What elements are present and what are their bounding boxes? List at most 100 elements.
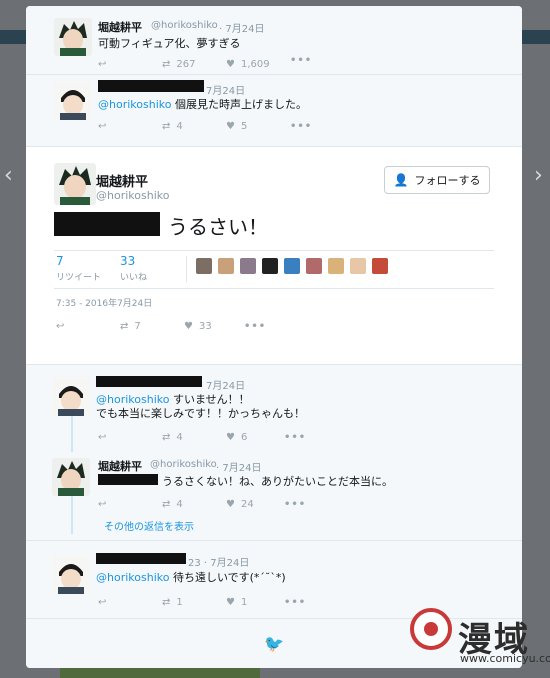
avatar[interactable] (54, 18, 92, 56)
avatar[interactable] (52, 378, 90, 416)
retweet-icon: ⇄ (162, 597, 171, 608)
heart-icon: ♥ (226, 432, 235, 443)
author-handle[interactable]: @horikoshiko (150, 459, 217, 470)
reply-icon[interactable]: ↩ (98, 58, 106, 72)
author-name[interactable]: 堀越耕平 (98, 458, 142, 474)
redacted-mention (54, 212, 160, 236)
divider (26, 540, 522, 541)
tweet-time[interactable]: 7月24日 (206, 377, 245, 392)
reply-icon[interactable]: ↩ (98, 596, 106, 610)
retweet-count: 267 (176, 59, 196, 70)
redacted-name (98, 80, 204, 92)
follow-button[interactable]: 👤 フォローする (384, 166, 490, 194)
liker-avatar[interactable] (284, 258, 300, 274)
main-tweet-actions: ↩ ⇄ 7 ♥ 33 ••• (56, 320, 316, 334)
reply-tweet-1[interactable]: 7月24日 @horikoshiko すいません！！ でも本当に楽しみです！！か… (26, 374, 522, 443)
retweet-count: 4 (176, 432, 183, 443)
retweet-button[interactable]: ⇄ 4 (162, 431, 183, 445)
retweet-icon: ⇄ (162, 499, 171, 510)
tweet-body: 待ち遠しいです(*´˘`*) (172, 571, 286, 584)
ancestor-tweet-2[interactable]: 7月24日 @horikoshiko 個展見た時声上げました。 ↩ ⇄ 4 ♥ 5 … (26, 78, 522, 138)
avatar[interactable] (52, 556, 90, 594)
liker-avatar[interactable] (240, 258, 256, 274)
more-icon[interactable]: ••• (284, 431, 306, 445)
next-arrow-icon[interactable]: › (534, 165, 543, 187)
tweet-body: 個展見た時声上げました。 (174, 98, 307, 111)
liker-avatar[interactable] (350, 258, 366, 274)
redacted-name (96, 553, 186, 564)
retweet-button[interactable]: ⇄ 1 (162, 596, 183, 610)
retweet-count: 1 (176, 597, 183, 608)
main-author-handle[interactable]: @horikoshiko (96, 189, 169, 202)
reply-tweet-3[interactable]: 23 · 7月24日 @horikoshiko 待ち遠しいです(*´˘`*) ↩… (26, 550, 522, 610)
liker-avatar[interactable] (262, 258, 278, 274)
redacted-name (96, 376, 202, 387)
like-button[interactable]: ♥ 1 (226, 596, 247, 610)
more-icon[interactable]: ••• (290, 54, 312, 68)
add-user-icon: 👤 (393, 173, 409, 187)
avatar[interactable] (54, 82, 92, 120)
like-count: 1,609 (240, 59, 270, 70)
author-handle[interactable]: @horikoshiko (151, 20, 218, 31)
main-author-name[interactable]: 堀越耕平 (96, 171, 148, 190)
retweet-button[interactable]: ⇄ 7 (120, 320, 141, 334)
tweet-text: @horikoshiko 個展見た時声上げました。 (98, 96, 307, 112)
tweet-text: うるさくない！ね、ありがたいことだ本当に。 (162, 475, 393, 488)
liker-avatar[interactable] (372, 258, 388, 274)
liker-avatar[interactable] (218, 258, 234, 274)
author-name[interactable]: 堀越耕平 (98, 19, 142, 35)
more-icon[interactable]: ••• (290, 120, 312, 134)
tweet-time[interactable]: · 7月24日 (216, 459, 261, 474)
retweet-count: 4 (176, 121, 183, 132)
watermark-url: www.comicyu.com (460, 652, 550, 665)
tweet-text: @horikoshiko 待ち遠しいです(*´˘`*) (96, 569, 286, 585)
tweet-time[interactable]: 7月24日 (206, 82, 245, 97)
heart-icon: ♥ (226, 597, 235, 608)
follow-label: フォローする (414, 174, 481, 187)
avatar[interactable] (52, 458, 90, 496)
retweet-icon: ⇄ (120, 321, 129, 332)
liker-avatar[interactable] (328, 258, 344, 274)
like-count: 33 (198, 321, 212, 332)
more-icon[interactable]: ••• (284, 498, 306, 512)
mention-link[interactable]: @horikoshiko (98, 98, 171, 111)
more-icon[interactable]: ••• (284, 596, 306, 610)
retweet-count: 7 (134, 321, 141, 332)
ancestor-tweet-1[interactable]: 堀越耕平 @horikoshiko · 7月24日 可動フィギュア化、夢すぎる … (26, 14, 522, 74)
divider (186, 256, 187, 282)
reply-icon[interactable]: ↩ (98, 498, 106, 512)
divider (26, 74, 522, 75)
like-button[interactable]: ♥ 5 (226, 120, 247, 134)
like-count: 6 (240, 432, 248, 443)
like-button[interactable]: ♥ 6 (226, 431, 247, 445)
mention-link[interactable]: @horikoshiko (96, 571, 169, 584)
reply-tweet-2[interactable]: 堀越耕平 @horikoshiko · 7月24日 うるさくない！ね、ありがたい… (26, 454, 522, 514)
main-avatar[interactable] (54, 163, 96, 205)
like-button[interactable]: ♥ 24 (226, 498, 254, 512)
liker-avatar[interactable] (196, 258, 212, 274)
tweet-time[interactable]: 23 · 7月24日 (188, 554, 249, 569)
liker-avatar[interactable] (306, 258, 322, 274)
tweet-timestamp[interactable]: 7:35 - 2016年7月24日 (56, 296, 152, 309)
reply-icon[interactable]: ↩ (98, 120, 106, 134)
like-button[interactable]: ♥ 33 (184, 320, 212, 334)
retweet-icon: ⇄ (162, 121, 171, 132)
show-more-replies-link[interactable]: その他の返信を表示 (104, 518, 194, 533)
heart-icon: ♥ (184, 321, 193, 332)
like-count: 24 (240, 499, 254, 510)
reply-icon[interactable]: ↩ (56, 320, 64, 334)
tweet-actions: ↩ ⇄ 4 ♥ 6 ••• (98, 431, 318, 445)
more-icon[interactable]: ••• (244, 320, 266, 334)
previous-arrow-icon[interactable]: ‹ (4, 165, 13, 187)
like-stat-label[interactable]: いいね (120, 270, 147, 283)
reply-icon[interactable]: ↩ (98, 431, 106, 445)
retweet-stat-label[interactable]: リツイート (56, 270, 101, 283)
like-stat-count[interactable]: 33 (120, 254, 135, 268)
retweet-button[interactable]: ⇄ 267 (162, 58, 195, 72)
retweet-button[interactable]: ⇄ 4 (162, 120, 183, 134)
tweet-text: 可動フィギュア化、夢すぎる (98, 37, 241, 50)
retweet-stat-count[interactable]: 7 (56, 254, 64, 268)
tweet-time[interactable]: · 7月24日 (219, 20, 264, 35)
retweet-button[interactable]: ⇄ 4 (162, 498, 183, 512)
like-button[interactable]: ♥ 1,609 (226, 58, 270, 72)
